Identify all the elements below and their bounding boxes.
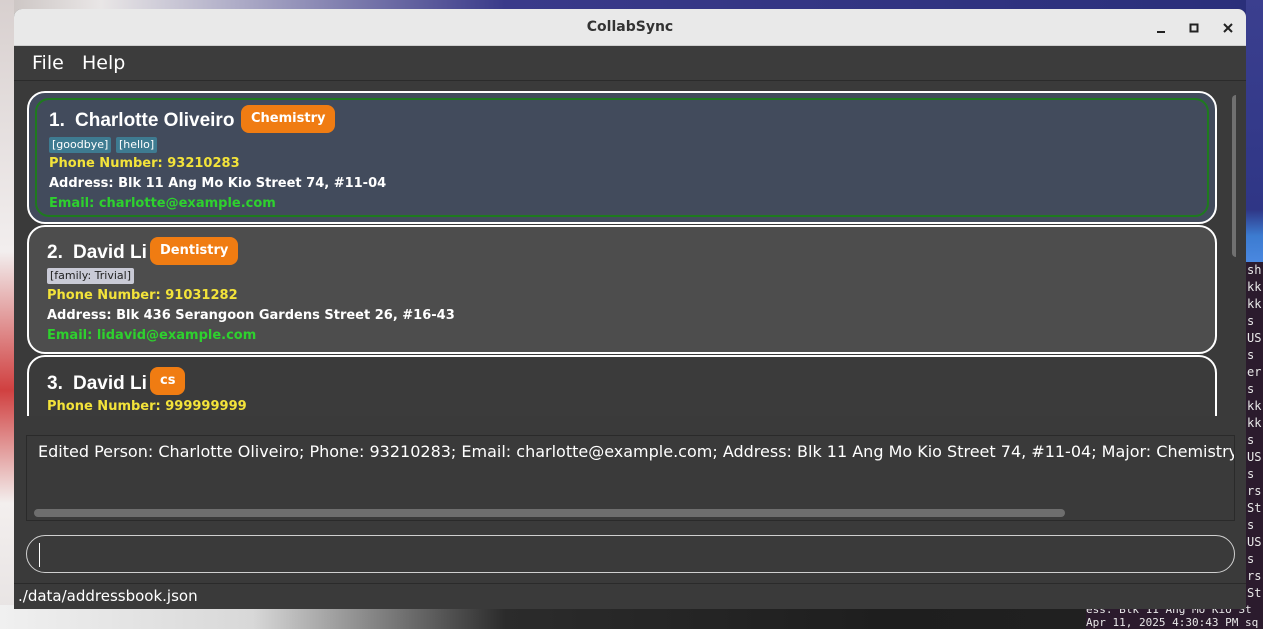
desktop-wallpaper-left [0,0,14,629]
terminal-line: rs [1247,484,1262,498]
maximize-button[interactable] [1184,18,1204,38]
close-icon [1223,23,1233,33]
email: Email: charlotte@example.com [49,196,276,211]
tag: [goodbye] [49,137,112,153]
title-bar[interactable]: CollabSync [14,9,1246,46]
terminal-line: s [1247,348,1255,362]
terminal-line: Apr 11, 2025 4:30:43 PM sq [1086,616,1259,629]
terminal-line: s [1247,433,1255,447]
major-badge: Chemistry [241,105,336,133]
email: Email: lidavid@example.com [47,328,257,343]
person-list[interactable]: 1. Charlotte Oliveiro Chemistry [goodbye… [24,89,1236,416]
phone-number: Phone Number: 93210283 [49,156,240,171]
app-window: CollabSync File Help 1. Charlotte Olivei… [14,9,1246,609]
result-horizontal-scrollbar[interactable] [34,509,1065,517]
terminal-line: kk [1247,416,1262,430]
terminal-line: s [1247,552,1255,566]
terminal-line: US [1247,535,1262,549]
phone-number: Phone Number: 91031282 [47,288,238,303]
text-caret [39,543,40,567]
major-badge: Dentistry [150,237,239,265]
address: Address: Blk 11 Ang Mo Kio Street 74, #1… [49,176,387,191]
desktop-wallpaper-right [1246,0,1263,262]
maximize-icon [1189,23,1199,33]
background-terminal: sh kk kk s US s er s kk kk s US s rs St … [1246,262,1263,629]
menu-file[interactable]: File [32,46,64,80]
command-box[interactable] [26,535,1235,573]
menu-bar: File Help [14,46,1246,81]
person-card[interactable]: 1. Charlotte Oliveiro Chemistry [goodbye… [27,91,1217,224]
window-title: CollabSync [586,19,674,35]
major-badge: cs [150,367,186,395]
terminal-line: s [1247,314,1255,328]
terminal-line: s [1247,382,1255,396]
menu-help[interactable]: Help [82,46,125,80]
tag: [hello] [116,137,158,153]
terminal-line: US [1247,450,1262,464]
terminal-line: kk [1247,297,1262,311]
terminal-line: St [1247,586,1262,600]
tag: [family: Trivial] [47,268,134,284]
terminal-line: kk [1247,399,1262,413]
terminal-line: sh [1247,263,1262,277]
person-index: 2. [47,242,63,263]
status-bar: ./data/addressbook.json [14,583,1246,609]
terminal-line: US [1247,331,1262,345]
terminal-line: St [1247,501,1262,515]
phone-number: Phone Number: 999999999 [47,399,247,414]
terminal-line: rs [1247,569,1262,583]
terminal-line: s [1247,467,1255,481]
minimize-icon [1157,31,1165,33]
save-file-path: ./data/addressbook.json [18,587,198,605]
person-name: David Li [73,373,147,394]
person-card[interactable]: 3. David Li cs Phone Number: 999999999 [27,355,1217,416]
close-button[interactable] [1218,18,1238,38]
person-name: Charlotte Oliveiro [75,110,235,131]
person-name: David Li [73,242,147,263]
command-input[interactable] [37,540,1226,570]
terminal-line: s [1247,518,1255,532]
person-card[interactable]: 2. David Li Dentistry [family: Trivial] … [27,225,1217,354]
terminal-line: er [1247,365,1262,379]
result-text: Edited Person: Charlotte Oliveiro; Phone… [38,442,1235,461]
address: Address: Blk 436 Serangoon Gardens Stree… [47,308,455,323]
result-display: Edited Person: Charlotte Oliveiro; Phone… [26,435,1235,521]
terminal-line: kk [1247,280,1262,294]
list-scrollbar[interactable] [1232,95,1236,257]
person-index: 1. [49,110,65,131]
person-index: 3. [47,373,63,394]
minimize-button[interactable] [1151,18,1171,38]
